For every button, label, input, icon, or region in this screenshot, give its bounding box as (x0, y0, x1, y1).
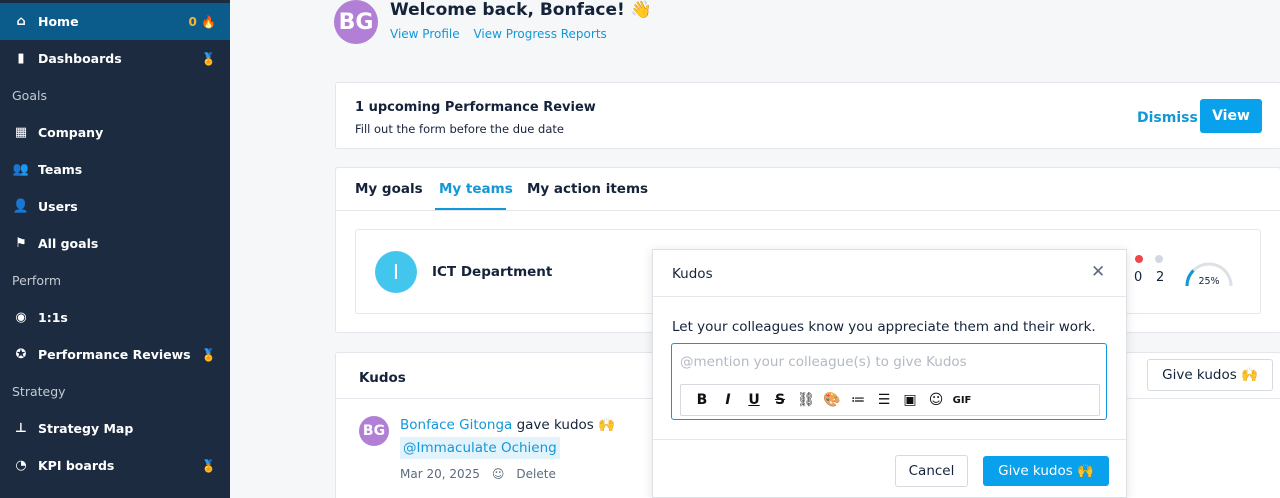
team-avatar: I (375, 251, 417, 293)
review-title: 1 upcoming Performance Review (355, 100, 596, 115)
review-banner: 1 upcoming Performance Review Fill out t… (335, 82, 1280, 149)
sidebar-item-label: Strategy Map (38, 421, 134, 436)
progress-gauge: 25% (1185, 262, 1233, 287)
view-progress-reports-link[interactable]: View Progress Reports (473, 27, 606, 41)
sidebar-item-label: Home (38, 14, 79, 29)
image-icon[interactable]: ▣ (897, 389, 923, 411)
medal-icon: 🏅 (201, 347, 216, 362)
sidebar: ⌂ Home 0 🔥 ▮ Dashboards 🏅 Goals ▦ Compan… (0, 0, 230, 498)
kudos-input-placeholder[interactable]: @mention your colleague(s) to give Kudos (680, 354, 967, 370)
give-kudos-submit-button[interactable]: Give kudos 🙌 (983, 456, 1109, 486)
sidebar-item-label: All goals (38, 236, 99, 251)
delete-link[interactable]: Delete (516, 467, 555, 481)
emoji-icon[interactable]: ☺ (923, 389, 949, 411)
give-kudos-button[interactable]: Give kudos 🙌 (1147, 359, 1273, 391)
streak-badge: 0 🔥 (188, 14, 216, 29)
building-icon: ▦ (14, 125, 28, 140)
strikethrough-icon[interactable]: S (767, 389, 793, 411)
formatting-toolbar: B I U S ⛓ 🎨 ≔ ☰ ▣ ☺ GIF (680, 384, 1100, 416)
gif-icon[interactable]: GIF (949, 389, 975, 411)
tab-my-goals[interactable]: My goals (355, 181, 423, 197)
sidebar-item-label: Dashboards (38, 51, 122, 66)
sitemap-icon: ⊥ (15, 421, 27, 436)
star-icon: ✪ (15, 347, 27, 362)
modal-title: Kudos (672, 266, 713, 282)
divider (653, 296, 1126, 297)
kudos-entry-meta: Mar 20, 2025 ☺ Delete (400, 467, 556, 481)
grey-count: 2 (1156, 270, 1165, 285)
kudos-modal: Kudos ✕ Let your colleagues know you app… (652, 249, 1127, 498)
sidebar-item-all-goals[interactable]: ⚑ All goals (0, 225, 230, 262)
sidebar-item-teams[interactable]: 👥 Teams (0, 151, 230, 188)
sidebar-item-dashboards[interactable]: ▮ Dashboards 🏅 (0, 40, 230, 77)
gauge-icon: ◔ (15, 458, 27, 473)
review-subtitle: Fill out the form before the due date (355, 122, 564, 136)
sidebar-item-label: KPI boards (38, 458, 115, 473)
ordered-list-icon[interactable]: ≔ (845, 389, 871, 411)
progress-label: 25% (1198, 276, 1219, 287)
cancel-button[interactable]: Cancel (895, 455, 968, 487)
flag-icon: ⚑ (15, 236, 27, 251)
bullet-list-icon[interactable]: ☰ (871, 389, 897, 411)
sidebar-item-label: Performance Reviews (38, 347, 191, 362)
red-count: 0 (1134, 270, 1143, 285)
view-profile-link[interactable]: View Profile (390, 27, 460, 41)
bold-icon[interactable]: B (689, 389, 715, 411)
sidebar-item-label: Company (38, 125, 104, 140)
sidebar-section-goals: Goals (12, 88, 47, 103)
sidebar-item-label: Users (38, 199, 78, 214)
sidebar-section-perform: Perform (12, 273, 62, 288)
italic-icon[interactable]: I (715, 389, 741, 411)
kudos-date: Mar 20, 2025 (400, 467, 480, 481)
medal-icon: 🏅 (201, 458, 216, 473)
sidebar-item-kpi-boards[interactable]: ◔ KPI boards 🏅 (0, 447, 230, 484)
globe-icon: ◉ (15, 310, 27, 325)
home-icon: ⌂ (16, 14, 26, 29)
medal-icon: 🏅 (201, 51, 216, 66)
avatar[interactable]: BG (359, 416, 389, 446)
divider (336, 210, 1280, 211)
team-name: ICT Department (432, 264, 553, 280)
divider (653, 439, 1126, 440)
kudos-action-text: gave kudos 🙌 (512, 417, 615, 433)
sidebar-item-1on1s[interactable]: ◉ 1:1s (0, 299, 230, 336)
profile-links: View Profile View Progress Reports (390, 27, 617, 41)
kudos-heading: Kudos (359, 370, 406, 386)
tab-my-action-items[interactable]: My action items (527, 181, 648, 197)
sidebar-item-label: 1:1s (38, 310, 68, 325)
mention-chip[interactable]: @Immaculate Ochieng (400, 437, 560, 459)
sidebar-item-company[interactable]: ▦ Company (0, 114, 230, 151)
bar-chart-icon: ▮ (17, 51, 25, 66)
view-button[interactable]: View (1200, 99, 1262, 133)
sidebar-section-strategy: Strategy (12, 384, 66, 399)
tab-my-teams[interactable]: My teams (439, 181, 513, 197)
kudos-entry-header: Bonface Gitonga gave kudos 🙌 (400, 417, 615, 433)
add-reaction-icon[interactable]: ☺ (492, 467, 505, 481)
sidebar-item-users[interactable]: 👤 Users (0, 188, 230, 225)
sidebar-item-home[interactable]: ⌂ Home 0 🔥 (0, 3, 230, 40)
user-icon: 👤 (12, 199, 30, 214)
team-icon: 👥 (12, 162, 30, 177)
welcome-heading: Welcome back, Bonface! 👋 (390, 0, 652, 20)
modal-instruction: Let your colleagues know you appreciate … (672, 319, 1096, 335)
sidebar-item-strategy-map[interactable]: ⊥ Strategy Map (0, 410, 230, 447)
link-icon[interactable]: ⛓ (793, 389, 819, 411)
dismiss-button[interactable]: Dismiss (1137, 110, 1198, 126)
color-palette-icon[interactable]: 🎨 (819, 389, 845, 411)
close-icon[interactable]: ✕ (1091, 262, 1105, 282)
underline-icon[interactable]: U (741, 389, 767, 411)
avatar[interactable]: BG (334, 0, 378, 44)
status-dot-grey (1155, 255, 1163, 263)
kudos-editor[interactable]: @mention your colleague(s) to give Kudos… (671, 343, 1107, 420)
status-dot-red (1135, 255, 1143, 263)
sidebar-item-performance-reviews[interactable]: ✪ Performance Reviews 🏅 (0, 336, 230, 373)
sidebar-item-label: Teams (38, 162, 83, 177)
giver-link[interactable]: Bonface Gitonga (400, 417, 512, 433)
